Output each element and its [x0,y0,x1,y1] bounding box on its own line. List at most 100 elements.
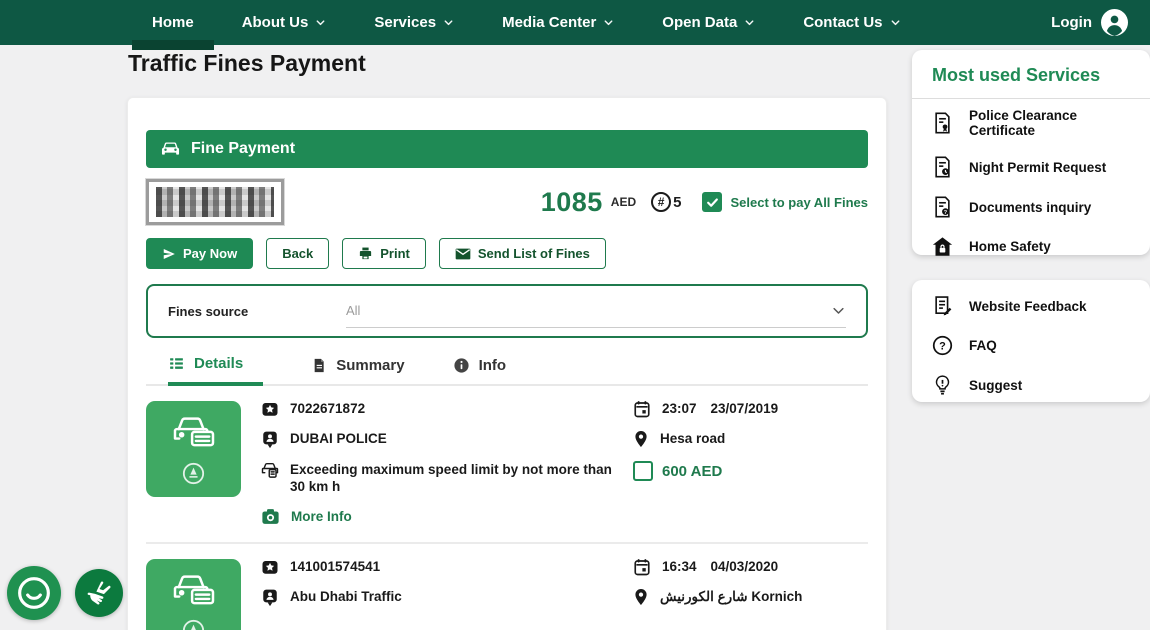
sidebar-title: Most used Services [932,50,1130,98]
nav-item-media-center[interactable]: Media Center [478,0,638,45]
feedback-pencil-icon [932,295,953,317]
back-button[interactable]: Back [266,238,329,269]
fine-meta-column: 16:34 04/03/2020 شارع الكورنيش Kornich [633,559,868,630]
fine-authority-line: DUBAI POLICE [261,431,613,449]
fine-vehicle-tile [146,559,241,630]
fines-count: 5 [673,194,681,211]
nav-item-about-us[interactable]: About Us [218,0,351,45]
envelope-icon [455,247,471,261]
fine-time: 16:34 [662,559,697,574]
happiness-feedback-button[interactable] [7,566,61,620]
help-links-card: Website Feedback ? FAQ Suggest [912,280,1150,402]
fine-location-line: شارع الكورنيش Kornich [633,589,868,606]
police-emblem-icon [180,617,207,630]
pay-now-button[interactable]: Pay Now [146,238,253,269]
tab-info[interactable]: Info [453,355,507,386]
sidebar-item-faq[interactable]: ? FAQ [932,326,1130,365]
certificate-document-icon [932,112,953,134]
car-icon [159,138,182,161]
fine-datetime-line: 16:34 04/03/2020 [633,559,868,576]
camera-icon [261,508,280,525]
star-badge-icon [261,558,279,576]
fine-description-line: Exceeding maximum speed limit by not mor… [261,462,613,496]
fine-authority: DUBAI POLICE [290,431,387,448]
nav-menu: Home About Us Services Media Center Open… [128,0,925,45]
sidebar-item-night-permit-request[interactable]: Night Permit Request [932,147,1130,187]
select-all-checkbox[interactable] [702,192,722,212]
document-question-icon: ? [932,196,953,218]
nav-item-label: About Us [242,14,309,31]
fines-source-select[interactable]: All [346,303,846,328]
fine-time: 23:07 [662,401,697,416]
tab-info-label: Info [479,357,507,374]
nav-item-open-data[interactable]: Open Data [638,0,779,45]
star-badge-icon [261,400,279,418]
sidebar-item-police-clearance-certificate[interactable]: Police Clearance Certificate [932,99,1130,147]
sign-language-button[interactable] [75,569,123,617]
print-label: Print [380,246,410,261]
sidebar-item-website-feedback[interactable]: Website Feedback [932,286,1130,326]
total-currency: AED [611,195,636,209]
chevron-down-icon [315,17,326,28]
fine-datetime: 23:0723/07/2019 [662,401,778,418]
license-plate [146,179,284,225]
sidebar-item-documents-inquiry[interactable]: ? Documents inquiry [932,187,1130,227]
nav-item-services[interactable]: Services [350,0,478,45]
fine-vehicle-tile [146,401,241,497]
sidebar-item-home-safety[interactable]: Home Safety [932,227,1130,266]
print-button[interactable]: Print [342,238,426,269]
person-badge-icon [261,430,279,449]
tab-details[interactable]: Details [168,355,263,386]
fine-payment-banner: Fine Payment [146,130,868,168]
hash-circle-icon: # [651,192,671,212]
fine-datetime-line: 23:0723/07/2019 [633,401,868,418]
person-badge-icon [261,588,279,607]
fine-number: 141001574541 [290,559,380,576]
list-icon [168,355,185,372]
license-plate-blurred-number [156,187,274,217]
fines-source-value: All [346,303,831,318]
sidebar-item-label: Home Safety [969,239,1051,254]
nav-item-contact-us[interactable]: Contact Us [779,0,924,45]
fines-source-label: Fines source [168,304,346,319]
calendar-icon [633,558,651,576]
total-amount: 1085 [541,187,603,218]
fine-datetime: 16:34 04/03/2020 [662,559,778,576]
fine-details-column: 141001574541 Abu Dhabi Traffic [261,559,613,630]
plate-and-total-row: 1085 AED # 5 Select to pay All Fines [146,179,868,225]
nav-item-label: Services [374,14,436,31]
fine-list-item: 141001574541 Abu Dhabi Traffic 16:34 04/0… [146,542,868,630]
fine-description: Exceeding maximum speed limit by not mor… [290,462,613,496]
fine-date: 04/03/2020 [711,559,779,574]
send-list-label: Send List of Fines [478,246,590,261]
calendar-icon [633,400,651,418]
fine-select-checkbox[interactable] [633,461,653,481]
info-icon [453,357,470,374]
car-icon [171,569,217,607]
nav-item-label: Contact Us [803,14,882,31]
top-navigation: Home About Us Services Media Center Open… [0,0,1150,45]
tab-summary[interactable]: Summary [311,355,404,386]
fines-source-filter: Fines source All [146,284,868,338]
more-info-label: More Info [291,509,352,526]
sidebar-item-label: Police Clearance Certificate [969,108,1130,138]
more-info-link[interactable]: More Info [261,509,613,526]
sidebar-item-label: Website Feedback [969,299,1087,314]
login-button[interactable]: Login [1051,9,1128,36]
nav-item-label: Open Data [662,14,737,31]
car-document-icon [261,461,279,479]
sidebar-item-suggest[interactable]: Suggest [932,365,1130,405]
fine-location: شارع الكورنيش Kornich [660,589,802,606]
svg-text:?: ? [939,340,946,352]
fine-list-item: 7022671872 DUBAI POLICE Exceeding maximu… [146,386,868,542]
login-label: Login [1051,14,1092,31]
tab-details-label: Details [194,355,243,372]
nav-item-home[interactable]: Home [128,0,218,45]
send-list-of-fines-button[interactable]: Send List of Fines [439,238,606,269]
location-pin-icon [633,430,649,448]
question-circle-icon: ? [932,335,953,356]
fine-meta-column: 23:0723/07/2019 Hesa road 600 AED [633,401,868,526]
permit-clock-icon [932,156,953,178]
chevron-down-icon [603,17,614,28]
location-pin-icon [633,588,649,606]
